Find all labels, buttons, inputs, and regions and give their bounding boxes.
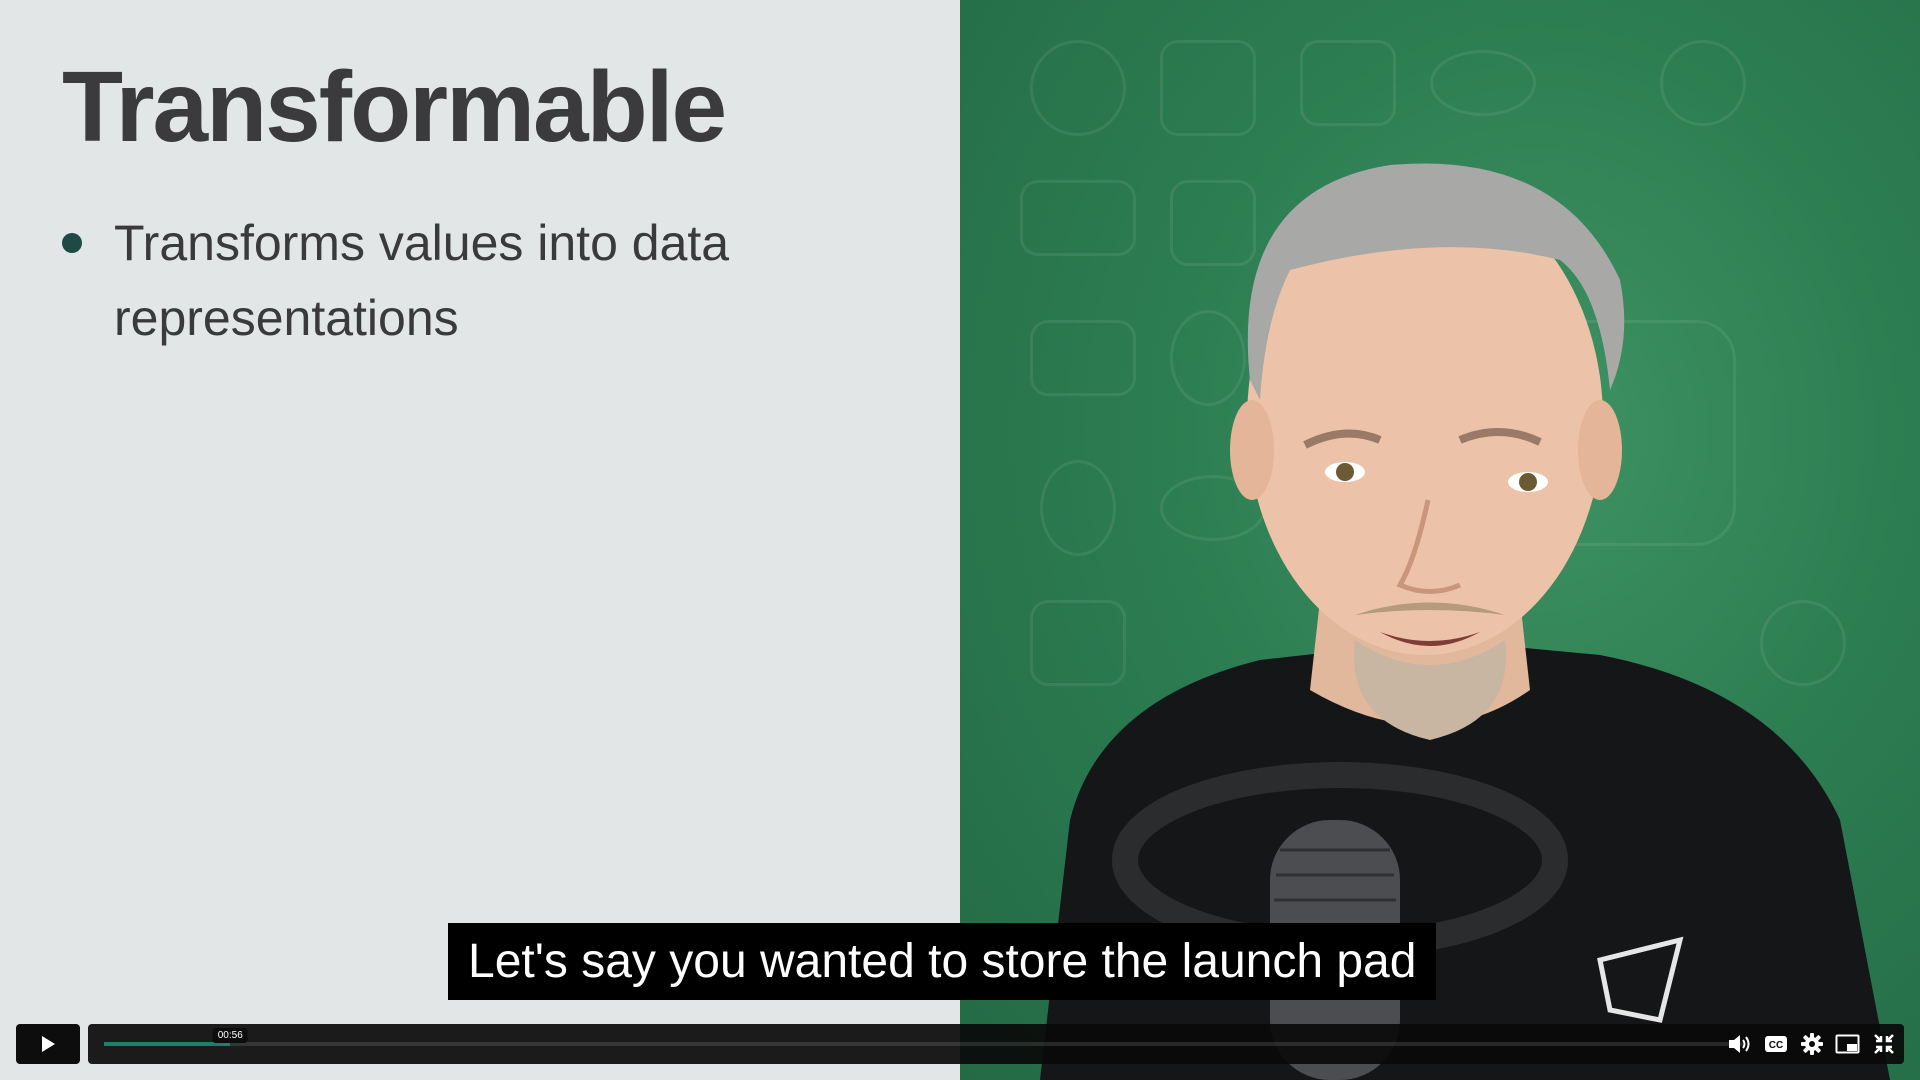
settings-icon [1800, 1033, 1823, 1055]
play-button[interactable] [16, 1024, 80, 1064]
volume-button[interactable] [1727, 1032, 1752, 1057]
svg-text:CC: CC [1768, 1040, 1782, 1051]
presenter-figure [1040, 163, 1890, 1080]
slide-panel: Transformable Transforms values into dat… [0, 0, 960, 1080]
video-player[interactable]: Transformable Transforms values into dat… [0, 0, 1920, 1080]
picture-in-picture-icon [1835, 1034, 1860, 1054]
control-icons: CC [1727, 1024, 1896, 1064]
progress-bar[interactable]: 00:56 [104, 1028, 1744, 1046]
bullet-list: Transforms values into data representati… [62, 206, 862, 356]
exit-fullscreen-icon [1873, 1034, 1894, 1054]
bullet-item: Transforms values into data representati… [62, 206, 862, 356]
captions-icon: CC [1764, 1036, 1787, 1052]
bullet-text: Transforms values into data representati… [114, 215, 730, 346]
play-icon [42, 1036, 55, 1052]
captions-button[interactable]: CC [1763, 1032, 1788, 1057]
presenter-video [960, 0, 1920, 1080]
bullet-dot [62, 233, 82, 253]
fullscreen-button[interactable] [1871, 1032, 1896, 1057]
control-bar: 00:56 CC [88, 1024, 1904, 1064]
settings-button[interactable] [1799, 1032, 1824, 1057]
player-controls: 00:56 CC [16, 1024, 1904, 1064]
progress-fill [104, 1042, 231, 1046]
current-time-tooltip: 00:56 [212, 1028, 248, 1043]
subtitle-caption: Let's say you wanted to store the launch… [448, 923, 1437, 1000]
volume-icon [1729, 1035, 1750, 1053]
picture-in-picture-button[interactable] [1835, 1032, 1860, 1057]
slide-title: Transformable [62, 51, 727, 163]
